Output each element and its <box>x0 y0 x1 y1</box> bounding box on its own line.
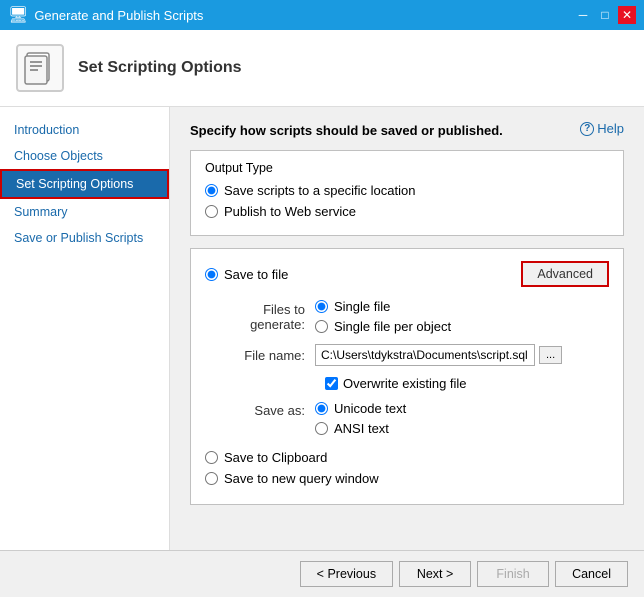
files-to-generate-options: Single file Single file per object <box>315 299 609 334</box>
close-button[interactable]: ✕ <box>618 6 636 24</box>
title-bar-title: Generate and Publish Scripts <box>34 8 203 23</box>
script-icon <box>22 50 58 86</box>
radio-single-file-per-object-input[interactable] <box>315 320 328 333</box>
section-description: Specify how scripts should be saved or p… <box>190 123 624 138</box>
main-content: ? Help Specify how scripts should be sav… <box>170 107 644 550</box>
advanced-button[interactable]: Advanced <box>521 261 609 287</box>
radio-unicode[interactable]: Unicode text <box>315 401 406 416</box>
radio-save-to-clipboard[interactable]: Save to Clipboard <box>205 450 609 465</box>
content: Introduction Choose Objects Set Scriptin… <box>0 107 644 550</box>
bottom-buttons: < Previous Next > Finish Cancel <box>0 550 644 597</box>
save-as-options: Unicode text ANSI text <box>315 401 406 436</box>
radio-single-file[interactable]: Single file <box>315 299 390 314</box>
help-icon: ? <box>580 122 594 136</box>
radio-save-to-query-window[interactable]: Save to new query window <box>205 471 609 486</box>
radio-publish-web-input[interactable] <box>205 205 218 218</box>
radio-ansi[interactable]: ANSI text <box>315 421 406 436</box>
radio-save-location-label: Save scripts to a specific location <box>224 183 415 198</box>
files-to-generate-label: Files to generate: <box>205 302 315 332</box>
radio-single-file-label: Single file <box>334 299 390 314</box>
title-bar-icon: 🖥 <box>8 5 28 25</box>
sidebar-item-choose-objects[interactable]: Choose Objects <box>0 143 169 169</box>
overwrite-checkbox[interactable] <box>325 377 338 390</box>
save-as-label: Save as: <box>205 401 315 418</box>
sidebar-item-summary[interactable]: Summary <box>0 199 169 225</box>
files-to-generate-row: Files to generate: Single file Single fi… <box>205 299 609 334</box>
cancel-button[interactable]: Cancel <box>555 561 628 587</box>
title-bar: 🖥 Generate and Publish Scripts ─ □ ✕ <box>0 0 644 30</box>
radio-publish-web-label: Publish to Web service <box>224 204 356 219</box>
inner-box-header: Save to file Advanced <box>205 261 609 287</box>
radio-save-clipboard-input[interactable] <box>205 451 218 464</box>
radio-save-clipboard-label: Save to Clipboard <box>224 450 327 465</box>
radio-publish-web[interactable]: Publish to Web service <box>205 204 609 219</box>
save-as-row: Save as: Unicode text ANSI text <box>205 401 609 436</box>
overwrite-label: Overwrite existing file <box>343 376 467 391</box>
radio-single-file-per-object-label: Single file per object <box>334 319 451 334</box>
radio-ansi-input[interactable] <box>315 422 328 435</box>
browse-button[interactable]: ... <box>539 346 562 364</box>
sidebar: Introduction Choose Objects Set Scriptin… <box>0 107 170 550</box>
output-type-group: Output Type Save scripts to a specific l… <box>190 150 624 236</box>
radio-save-location-input[interactable] <box>205 184 218 197</box>
header-icon <box>16 44 64 92</box>
output-type-label: Output Type <box>205 161 609 175</box>
radio-single-file-input[interactable] <box>315 300 328 313</box>
header-title: Set Scripting Options <box>78 59 242 77</box>
save-to-file-box: Save to file Advanced Files to generate:… <box>190 248 624 505</box>
radio-save-file-input[interactable] <box>205 268 218 281</box>
radio-save-to-location[interactable]: Save scripts to a specific location <box>205 183 609 198</box>
overwrite-row[interactable]: Overwrite existing file <box>325 376 609 391</box>
previous-button[interactable]: < Previous <box>300 561 393 587</box>
sidebar-item-set-scripting-options[interactable]: Set Scripting Options <box>0 169 169 199</box>
file-name-control: ... <box>315 344 609 366</box>
sidebar-item-save-or-publish[interactable]: Save or Publish Scripts <box>0 225 169 251</box>
radio-save-query-window-input[interactable] <box>205 472 218 485</box>
radio-unicode-input[interactable] <box>315 402 328 415</box>
radio-save-file-label: Save to file <box>224 267 288 282</box>
next-button[interactable]: Next > <box>399 561 471 587</box>
help-link[interactable]: ? Help <box>580 121 624 136</box>
radio-unicode-label: Unicode text <box>334 401 406 416</box>
radio-save-to-file[interactable]: Save to file <box>205 267 288 282</box>
dialog-body: Set Scripting Options Introduction Choos… <box>0 30 644 597</box>
help-label: Help <box>597 121 624 136</box>
finish-button[interactable]: Finish <box>477 561 549 587</box>
file-name-input[interactable] <box>315 344 535 366</box>
sidebar-item-introduction[interactable]: Introduction <box>0 117 169 143</box>
file-name-row: File name: ... <box>205 344 609 366</box>
title-bar-controls: ─ □ ✕ <box>574 6 636 24</box>
radio-ansi-label: ANSI text <box>334 421 389 436</box>
maximize-button[interactable]: □ <box>596 6 614 24</box>
file-name-label: File name: <box>205 348 315 363</box>
header: Set Scripting Options <box>0 30 644 107</box>
minimize-button[interactable]: ─ <box>574 6 592 24</box>
radio-single-file-per-object[interactable]: Single file per object <box>315 319 451 334</box>
radio-save-query-window-label: Save to new query window <box>224 471 379 486</box>
